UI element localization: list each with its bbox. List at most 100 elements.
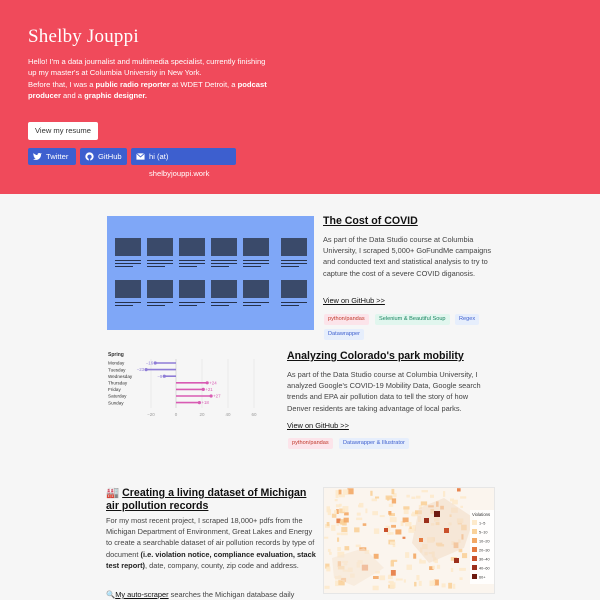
bio-highlight-radio: public radio reporter: [95, 79, 170, 89]
map-tile: [331, 513, 337, 518]
map-tile: [337, 547, 341, 551]
map-tile: [406, 494, 410, 498]
bio: Hello! I'm a data journalist and multime…: [28, 56, 273, 102]
map-tile: [403, 579, 406, 583]
thumbnail-photo: [243, 238, 269, 256]
map-tile: [459, 567, 466, 571]
map-tile: [324, 536, 329, 539]
map-tile: [338, 494, 345, 498]
project-title-colorado[interactable]: Analyzing Colorado's park mobility: [287, 350, 464, 362]
github-link-colorado[interactable]: View on GitHub >>: [287, 421, 349, 430]
map-tile: [370, 490, 373, 496]
day-label: Tuesday: [108, 367, 126, 372]
legend-label: 40–60: [479, 566, 490, 570]
map-tile: [409, 526, 412, 529]
map-tile: [462, 553, 468, 559]
map-tile: [391, 488, 395, 495]
legend-label: 5–10: [479, 530, 487, 534]
map-tile: [344, 546, 350, 551]
map-tile: [362, 523, 367, 526]
thumbnail-photo: [281, 280, 307, 298]
map-tile: [403, 509, 409, 515]
map-tile: [395, 578, 403, 581]
bio-background: Before that, I was a public radio report…: [28, 79, 267, 101]
thumbnail-photo: [211, 238, 237, 256]
park-mobility-chart[interactable]: Spring Monday −16 Tuesday −23 Wednesday −9 Thu…: [106, 350, 270, 420]
map-tile: [460, 505, 463, 508]
map-tile: [392, 544, 396, 548]
project-description-colorado: As part of the Data Studio course at Col…: [287, 370, 481, 413]
map-tile: [452, 499, 458, 505]
map-tile: [338, 489, 342, 495]
map-legend-title: Violations: [472, 512, 490, 517]
mobility-value-label: +18: [201, 400, 209, 405]
map-tile: [411, 496, 416, 499]
bio-highlight-design: graphic designer.: [84, 91, 148, 101]
map-tile: [413, 553, 417, 559]
legend-swatch: [472, 520, 477, 525]
day-label: Thursday: [108, 381, 128, 386]
map-tile: [375, 496, 380, 499]
thumbnail-photo: [243, 280, 269, 298]
email-button[interactable]: hi (at) shelbyjouppi.work: [131, 148, 236, 178]
project-title-covid[interactable]: The Cost of COVID: [323, 215, 418, 227]
map-tile: [390, 541, 396, 544]
thumbnail-photo: [115, 280, 141, 298]
map-tile: [335, 580, 339, 587]
twitter-icon: [33, 152, 42, 160]
map-tile: [354, 527, 360, 533]
x-tick: 40: [225, 412, 231, 417]
map-tile: [365, 508, 368, 514]
legend-label: 1–5: [479, 521, 485, 525]
legend-swatch: [472, 538, 477, 543]
x-tick: 0: [175, 412, 178, 417]
map-tile: [420, 501, 428, 506]
covid-project-thumbnail[interactable]: [107, 216, 314, 330]
factory-icon: 🏭: [106, 487, 120, 499]
x-tick: 60: [251, 412, 257, 417]
view-resume-button[interactable]: View my resume: [28, 122, 98, 140]
legend-label: 60+: [479, 575, 486, 579]
github-button[interactable]: GitHub: [80, 148, 127, 165]
map-tile: [324, 585, 330, 589]
tag-python-pandas: python/pandas: [288, 438, 333, 449]
day-label: Monday: [108, 361, 125, 366]
mobility-value-label: −16: [146, 361, 154, 366]
github-link-covid[interactable]: View on GitHub >>: [323, 296, 385, 305]
map-tile: [372, 511, 378, 516]
map-tile: [327, 548, 331, 552]
twitter-label: Twitter: [46, 152, 69, 161]
map-tile: [359, 502, 364, 508]
thumbnail-photo: [179, 238, 205, 256]
map-tile: [329, 551, 332, 555]
map-tile: [390, 570, 396, 576]
x-tick: −20: [147, 412, 155, 417]
map-tile: [448, 582, 453, 589]
mobility-value-label: +24: [209, 380, 217, 385]
auto-scraper-link[interactable]: My auto-scraper: [115, 590, 168, 599]
thumbnail-photo: [281, 238, 307, 256]
michigan-pollution-map[interactable]: Violations 1–5 5–10 10–20 20–30 30–40 40–60 60…: [323, 487, 495, 594]
map-tile: [341, 527, 348, 532]
x-tick: 20: [199, 412, 205, 417]
legend-label: 10–20: [479, 539, 490, 543]
project-title-michigan[interactable]: 🏭 Creating a living dataset of Michigan …: [106, 487, 316, 512]
bio-intro: Hello! I'm a data journalist and multime…: [28, 57, 266, 78]
legend-swatch: [472, 574, 477, 579]
project-description-michigan: For my most recent project, I scraped 18…: [106, 516, 316, 570]
map-tile: [343, 517, 349, 523]
map-tile: [418, 580, 422, 586]
twitter-button[interactable]: Twitter: [28, 148, 76, 165]
map-tile: [340, 532, 348, 536]
mobility-value-label: +27: [213, 394, 221, 399]
project-title-michigan-text: Creating a living dataset of Michigan ai…: [106, 487, 307, 512]
magnifier-icon: 🔍: [106, 590, 116, 599]
map-tile: [450, 568, 454, 572]
map-tile: [355, 544, 361, 548]
day-label: Sunday: [108, 400, 124, 405]
map-tile: [432, 565, 435, 570]
map-tile: [414, 581, 417, 587]
map-tile: [395, 529, 402, 535]
map-tile: [335, 494, 339, 498]
map-tile: [391, 559, 398, 562]
